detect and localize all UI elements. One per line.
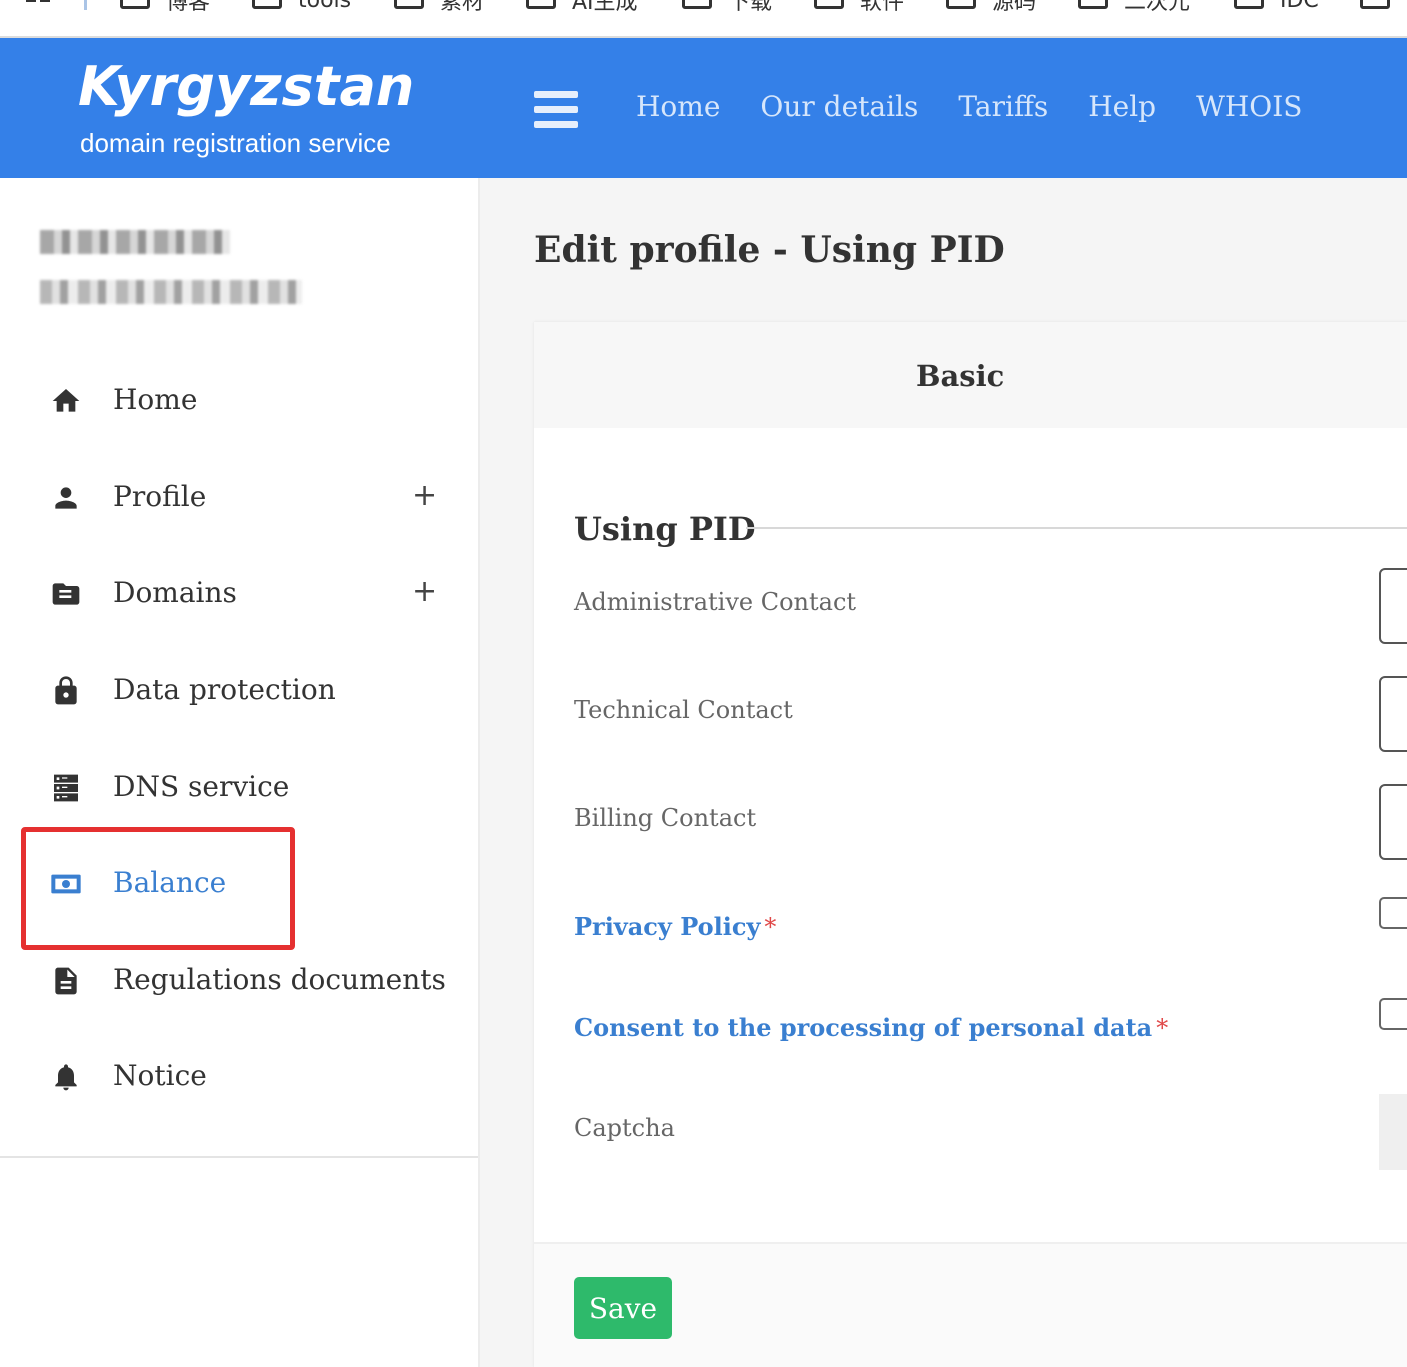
bookmark-folder[interactable]: 源码 <box>946 0 1036 15</box>
sidebar-item-label: Home <box>113 383 198 416</box>
apps-grid-icon[interactable] <box>26 0 54 10</box>
logo-title[interactable]: Kyrgyzstan <box>78 60 414 114</box>
folder-icon <box>1234 0 1264 9</box>
privacy-policy-label: Privacy Policy * <box>574 912 776 941</box>
bookmarks-divider <box>84 0 87 10</box>
person-icon <box>55 487 77 509</box>
folder-icon <box>526 0 556 9</box>
form-footer: Save <box>534 1242 1407 1367</box>
consent-link[interactable]: Consent to the processing of personal da… <box>574 1013 1152 1042</box>
home-icon <box>52 389 80 412</box>
user-name-redacted <box>40 230 230 254</box>
sidebar-item-label: Domains <box>113 576 237 609</box>
lock-icon <box>55 676 77 705</box>
dns-icon <box>54 774 78 802</box>
consent-checkbox[interactable] <box>1379 998 1407 1030</box>
page-title: Edit profile - Using PID <box>534 229 1005 271</box>
sidebar-item-label: Data protection <box>113 673 336 706</box>
section-title: Using PID <box>574 510 756 548</box>
logo-subtitle: domain registration service <box>80 128 391 158</box>
topnav-our-details[interactable]: Our details <box>760 90 918 123</box>
bookmark-label: tools <box>298 0 352 13</box>
save-button[interactable]: Save <box>574 1277 672 1339</box>
privacy-policy-checkbox[interactable] <box>1379 897 1407 929</box>
billing-contact-select[interactable] <box>1379 784 1407 860</box>
folder-icon <box>120 0 150 9</box>
bookmark-folder[interactable]: 软件 <box>814 0 904 15</box>
consent-label: Consent to the processing of personal da… <box>574 1013 1168 1042</box>
required-marker: * <box>764 913 777 941</box>
sidebar-item-notice[interactable]: Notice <box>0 1047 478 1107</box>
required-marker: * <box>1156 1014 1169 1042</box>
folder-icon <box>252 0 282 9</box>
sidebar-item-dns-service[interactable]: DNS service <box>0 758 478 818</box>
menu-toggle-icon[interactable] <box>534 91 578 129</box>
bookmark-folder[interactable]: 素材 <box>394 0 484 15</box>
sidebar-item-label: Regulations documents <box>113 963 446 996</box>
sidebar-divider <box>0 1156 478 1158</box>
bell-icon <box>55 1064 77 1091</box>
document-icon <box>55 967 77 995</box>
annotation-highlight-box <box>21 827 295 950</box>
bookmark-label: 软件 <box>860 0 905 15</box>
sidebar-item-label: Notice <box>113 1059 207 1092</box>
folder-icon <box>814 0 844 9</box>
bookmark-folder[interactable]: tools <box>252 0 352 13</box>
folder-icon <box>946 0 976 9</box>
expand-plus-icon[interactable]: + <box>412 574 437 609</box>
sidebar: Home Profile + Domains + Data protection… <box>0 178 480 1367</box>
bookmark-folder[interactable]: 下载 <box>682 0 772 15</box>
sidebar-item-data-protection[interactable]: Data protection <box>0 661 478 721</box>
user-email-redacted <box>40 280 302 304</box>
tech-contact-select[interactable] <box>1379 676 1407 752</box>
sidebar-item-label: Profile <box>113 480 207 513</box>
privacy-policy-link[interactable]: Privacy Policy <box>574 912 760 941</box>
top-navigation: Home Our details Tariffs Help WHOIS <box>636 90 1302 123</box>
folder-icon <box>682 0 712 9</box>
admin-contact-select[interactable] <box>1379 568 1407 644</box>
section-divider <box>746 527 1407 529</box>
captcha-label: Captcha <box>574 1114 675 1142</box>
topnav-help[interactable]: Help <box>1088 90 1156 123</box>
site-header: Kyrgyzstan domain registration service H… <box>0 38 1407 178</box>
bookmark-label: AI生成 <box>572 0 638 15</box>
folder-icon <box>1360 0 1390 9</box>
bookmark-label: 源码 <box>992 0 1037 15</box>
folder-icon <box>52 583 80 605</box>
tech-contact-label: Technical Contact <box>574 696 793 724</box>
captcha-widget[interactable] <box>1379 1094 1407 1170</box>
topnav-home[interactable]: Home <box>636 90 720 123</box>
bookmark-folder[interactable]: 二次元 <box>1078 0 1190 15</box>
topnav-whois[interactable]: WHOIS <box>1196 90 1302 123</box>
billing-contact-label: Billing Contact <box>574 804 757 832</box>
admin-contact-label: Administrative Contact <box>574 588 857 616</box>
bookmark-label: 博客 <box>166 0 211 15</box>
folder-icon <box>394 0 424 9</box>
bookmark-folder[interactable]: AI生成 <box>526 0 638 15</box>
bookmarks-bar: 博客 tools 素材 AI生成 下载 软件 源码 二次元 IDC <box>0 0 1407 38</box>
bookmark-label: 二次元 <box>1124 0 1191 15</box>
bookmark-folder[interactable]: IDC <box>1234 0 1319 13</box>
profile-form-card: Basic Using PID Administrative Contact T… <box>534 322 1407 1367</box>
bookmark-label: 下载 <box>728 0 773 15</box>
bookmark-folder[interactable]: 博客 <box>120 0 210 15</box>
sidebar-item-regulations-documents[interactable]: Regulations documents <box>0 951 478 1011</box>
sidebar-item-profile[interactable]: Profile + <box>0 468 478 528</box>
sidebar-item-domains[interactable]: Domains + <box>0 564 478 624</box>
bookmark-folder[interactable] <box>1360 0 1406 12</box>
sidebar-item-label: DNS service <box>113 770 290 803</box>
tab-basic-label: Basic <box>916 359 1005 393</box>
bookmark-label: 素材 <box>440 0 485 15</box>
sidebar-item-home[interactable]: Home <box>0 371 478 431</box>
topnav-tariffs[interactable]: Tariffs <box>958 90 1048 123</box>
expand-plus-icon[interactable]: + <box>412 478 437 513</box>
tab-basic[interactable]: Basic <box>534 322 1407 428</box>
folder-icon <box>1078 0 1108 9</box>
bookmark-label: IDC <box>1280 0 1319 13</box>
